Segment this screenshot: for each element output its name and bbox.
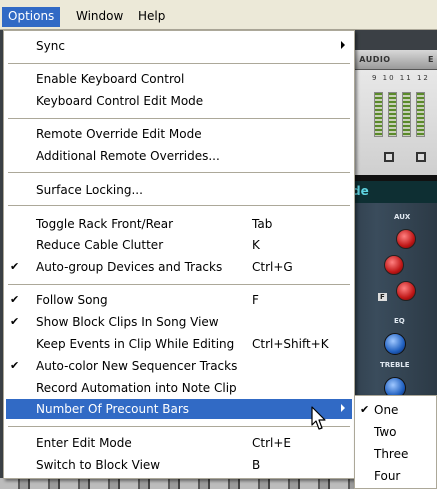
menu-item-label: Record Automation into Note Clip bbox=[36, 381, 237, 395]
rack-tab-next[interactable]: E bbox=[428, 55, 434, 64]
menu-item-show-block-clips[interactable]: ✔ Show Block Clips In Song View bbox=[6, 312, 352, 332]
menu-item-shortcut: Tab bbox=[252, 217, 273, 231]
menu-item-auto-color-tracks[interactable]: ✔ Auto-color New Sequencer Tracks bbox=[6, 356, 352, 376]
menu-item-toggle-rack-front-rear[interactable]: Toggle Rack Front/Rear Tab bbox=[6, 214, 352, 234]
submenu-item-three[interactable]: Three bbox=[356, 443, 436, 465]
menu-item-remote-override-edit-mode[interactable]: Remote Override Edit Mode bbox=[6, 124, 352, 144]
menu-help[interactable]: Help bbox=[132, 7, 171, 27]
aux-knob[interactable] bbox=[396, 281, 416, 301]
menu-window[interactable]: Window bbox=[70, 7, 129, 27]
submenu-arrow-icon bbox=[341, 404, 345, 412]
menu-separator bbox=[8, 63, 350, 64]
meter-numbers: 9 10 11 12 bbox=[372, 74, 430, 82]
menu-separator bbox=[8, 172, 350, 173]
menu-item-additional-remote-overrides[interactable]: Additional Remote Overrides... bbox=[6, 146, 352, 166]
menu-item-record-automation[interactable]: Record Automation into Note Clip bbox=[6, 378, 352, 398]
eq-label: EQ bbox=[394, 317, 405, 325]
menu-item-keyboard-control-edit-mode[interactable]: Keyboard Control Edit Mode bbox=[6, 91, 352, 111]
checkmark-icon: ✔ bbox=[10, 293, 20, 306]
menu-item-label: Auto-color New Sequencer Tracks bbox=[36, 359, 238, 373]
menu-item-label: Number Of Precount Bars bbox=[36, 402, 190, 416]
eq-knob[interactable] bbox=[384, 333, 406, 355]
menu-separator bbox=[8, 205, 350, 206]
level-meter bbox=[416, 92, 425, 137]
menu-bar: Options Window Help bbox=[0, 0, 437, 30]
menu-item-label: Remote Override Edit Mode bbox=[36, 127, 202, 141]
treble-label: TREBLE bbox=[380, 361, 410, 369]
menu-item-sync[interactable]: Sync bbox=[6, 36, 352, 56]
rack-button[interactable] bbox=[384, 152, 394, 162]
menu-item-label: Reduce Cable Clutter bbox=[36, 238, 164, 252]
menu-item-surface-locking[interactable]: Surface Locking... bbox=[6, 180, 352, 200]
menu-item-label: Show Block Clips In Song View bbox=[36, 315, 219, 329]
menu-item-label: Enable Keyboard Control bbox=[36, 72, 185, 86]
submenu-item-one[interactable]: ✔ One bbox=[356, 399, 436, 421]
options-menu: Sync Enable Keyboard Control Keyboard Co… bbox=[3, 30, 355, 479]
menu-item-label: Toggle Rack Front/Rear bbox=[36, 217, 174, 231]
submenu-item-two[interactable]: Two bbox=[356, 421, 436, 443]
submenu-item-label: Four bbox=[374, 469, 401, 483]
menu-item-follow-song[interactable]: ✔ Follow Song F bbox=[6, 290, 352, 310]
submenu-item-label: Three bbox=[374, 447, 409, 461]
submenu-item-label: Two bbox=[374, 425, 397, 439]
menu-item-shortcut: Ctrl+Shift+K bbox=[252, 337, 329, 351]
checkmark-icon: ✔ bbox=[10, 315, 20, 328]
menu-item-label: Enter Edit Mode bbox=[36, 436, 132, 450]
f-label: F bbox=[378, 293, 387, 301]
menu-item-label: Follow Song bbox=[36, 293, 108, 307]
menu-item-shortcut: B bbox=[252, 458, 261, 472]
menu-item-label: Additional Remote Overrides... bbox=[36, 149, 220, 163]
menu-item-number-of-precount-bars[interactable]: Number Of Precount Bars bbox=[6, 399, 352, 419]
menu-item-reduce-cable-clutter[interactable]: Reduce Cable Clutter K bbox=[6, 235, 352, 255]
submenu-item-four[interactable]: Four bbox=[356, 465, 436, 487]
aux-label: AUX bbox=[394, 213, 411, 221]
rack-tab-audio[interactable]: E AUDIO bbox=[350, 55, 391, 64]
checkmark-icon: ✔ bbox=[360, 403, 370, 416]
aux-knob[interactable] bbox=[384, 255, 404, 275]
menu-item-label: Switch to Block View bbox=[36, 458, 161, 472]
level-meter bbox=[388, 92, 397, 137]
menu-item-enter-edit-mode[interactable]: Enter Edit Mode Ctrl+E bbox=[6, 433, 352, 453]
menu-item-switch-to-block-view[interactable]: Switch to Block View B bbox=[6, 455, 352, 475]
level-meter bbox=[374, 92, 383, 137]
menu-item-enable-keyboard-control[interactable]: Enable Keyboard Control bbox=[6, 69, 352, 89]
aux-knob[interactable] bbox=[396, 229, 416, 249]
precount-submenu: ✔ One Two Three Four bbox=[354, 395, 437, 489]
menu-separator bbox=[8, 426, 350, 427]
rack-button[interactable] bbox=[416, 152, 426, 162]
menu-item-label: Sync bbox=[36, 39, 65, 53]
submenu-item-label: One bbox=[374, 403, 399, 417]
menu-item-auto-group-devices[interactable]: ✔ Auto-group Devices and Tracks Ctrl+G bbox=[6, 257, 352, 277]
menu-options[interactable]: Options bbox=[2, 7, 61, 27]
mouse-pointer-icon bbox=[311, 406, 326, 430]
menu-item-label: Keep Events in Clip While Editing bbox=[36, 337, 235, 351]
menu-item-label: Surface Locking... bbox=[36, 183, 143, 197]
menu-item-label: Auto-group Devices and Tracks bbox=[36, 260, 223, 274]
menu-item-shortcut: Ctrl+E bbox=[252, 436, 291, 450]
menu-item-shortcut: F bbox=[252, 293, 259, 307]
checkmark-icon: ✔ bbox=[10, 359, 20, 372]
menu-item-shortcut: K bbox=[252, 238, 260, 252]
menu-item-keep-events-in-clip[interactable]: Keep Events in Clip While Editing Ctrl+S… bbox=[6, 334, 352, 354]
menu-item-label: Keyboard Control Edit Mode bbox=[36, 94, 204, 108]
submenu-arrow-icon bbox=[341, 41, 345, 49]
level-meter bbox=[402, 92, 411, 137]
menu-separator bbox=[8, 284, 350, 285]
menu-separator bbox=[8, 118, 350, 119]
menu-item-shortcut: Ctrl+G bbox=[252, 260, 293, 274]
checkmark-icon: ✔ bbox=[10, 260, 20, 273]
